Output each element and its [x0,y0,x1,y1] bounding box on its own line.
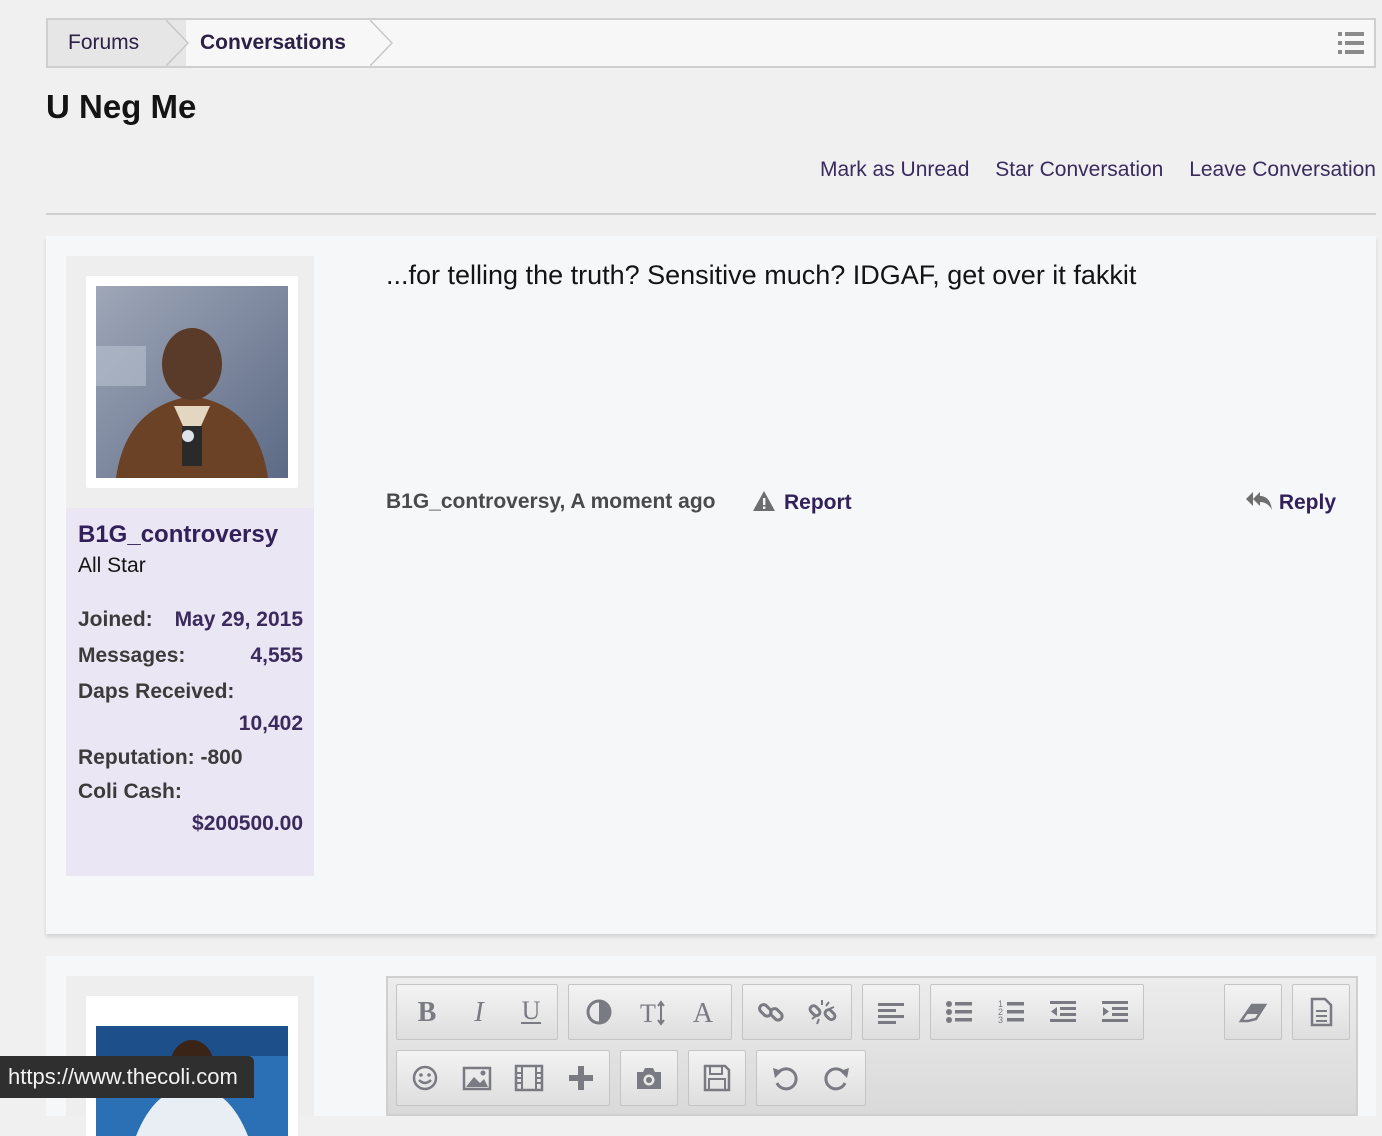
leave-conversation-link[interactable]: Leave Conversation [1189,158,1376,181]
font-size-button[interactable]: T [625,985,677,1039]
coli-cash-value: $200500.00 [192,812,303,835]
joined-value: May 29, 2015 [174,608,303,631]
coli-cash-label: Coli Cash: [78,780,182,803]
bullet-list-button[interactable] [933,985,985,1039]
smiley-icon [412,1065,438,1091]
status-bar-url: https://www.thecoli.com [0,1056,254,1098]
avatar-image [96,286,288,478]
text-format-group: B I U [396,984,558,1040]
insert-more-button[interactable] [555,1051,607,1105]
link-group [742,984,852,1040]
link-icon [758,1003,784,1022]
camera-icon [637,1068,661,1089]
bullet-list-icon [946,1001,972,1023]
breadcrumb-conversations[interactable]: Conversations [200,20,346,66]
smilie-button[interactable] [399,1051,451,1105]
document-icon [1310,997,1333,1027]
report-link[interactable]: Report [752,490,852,515]
outdent-button[interactable] [1037,985,1089,1039]
svg-text:T: T [640,999,656,1027]
reply-label: Reply [1278,491,1336,514]
source-group [1292,984,1350,1040]
breadcrumb-arrow-icon [370,20,394,66]
message-editor-toolbar: B I U T A 1 2 3 [386,976,1358,1116]
report-label: Report [784,491,852,514]
svg-text:I: I [473,997,485,1027]
unlink-button[interactable] [797,985,849,1039]
undo-icon [773,1067,798,1091]
bold-button[interactable]: B [401,985,453,1039]
image-icon [462,1066,492,1091]
daps-label: Daps Received: [78,680,235,703]
messages-value[interactable]: 4,555 [250,644,303,668]
align-button[interactable] [865,985,917,1039]
eraser-icon [1238,1003,1268,1023]
page-title: U Neg Me [46,88,197,125]
outdent-icon [1050,1001,1076,1022]
insert-link-button[interactable] [745,985,797,1039]
italic-button[interactable]: I [453,985,505,1039]
plus-icon [569,1066,593,1090]
remove-format-button[interactable] [1227,985,1279,1039]
star-conversation-link[interactable]: Star Conversation [995,158,1163,181]
message: B1G_controversy All Star Joined: May 29,… [46,236,1376,934]
undo-button[interactable] [759,1051,811,1105]
reply-all-icon [1245,492,1272,510]
message-body: ...for telling the truth? Sensitive much… [386,260,1137,290]
indent-icon [1102,1001,1128,1022]
daps-value: 10,402 [238,712,303,735]
italic-icon: I [473,997,485,1027]
svg-text:B: B [418,997,437,1027]
joined-label: Joined: [78,608,153,631]
breadcrumb: Forums Conversations [46,18,1376,68]
reputation-value: -800 [200,746,243,769]
insert-image-button[interactable] [451,1051,503,1105]
warning-icon [753,491,775,511]
font-family-button[interactable]: A [677,985,729,1039]
numbered-list-icon: 123 [998,999,1024,1025]
font-family-icon: A [693,998,714,1027]
breadcrumb-arrow-icon [166,20,190,66]
list-group: 123 [930,984,1144,1040]
divider [46,213,1376,215]
unlink-icon [808,1000,837,1025]
film-icon [514,1064,544,1092]
message-meta[interactable]: B1G_controversy, A moment ago [386,490,715,514]
clear-format-group [1224,984,1282,1040]
conversation-actions: Mark as Unread Star Conversation Leave C… [800,158,1376,182]
svg-text:U: U [522,997,541,1025]
redo-button[interactable] [811,1051,863,1105]
contrast-icon [586,999,612,1025]
avatar[interactable] [86,276,298,488]
list-menu-icon[interactable] [1338,31,1364,55]
svg-text:A: A [693,998,714,1027]
messages-label: Messages: [78,644,186,667]
indent-button[interactable] [1089,985,1141,1039]
text-color-button[interactable] [573,985,625,1039]
upload-photo-button[interactable] [623,1051,675,1105]
numbered-list-button[interactable]: 123 [985,985,1037,1039]
save-draft-button[interactable] [691,1051,743,1105]
svg-text:3: 3 [998,1015,1003,1025]
insert-media-button[interactable] [503,1051,555,1105]
reply-button[interactable]: Reply [1245,490,1336,515]
underline-button[interactable]: U [505,985,557,1039]
user-profile-panel: B1G_controversy All Star Joined: May 29,… [66,508,314,876]
mark-unread-link[interactable]: Mark as Unread [820,158,969,181]
toggle-source-button[interactable] [1295,985,1347,1039]
bold-icon: B [418,997,437,1027]
reputation-stat: Reputation: -800 [78,746,243,770]
font-size-icon: T [640,999,665,1027]
font-style-group: T A [568,984,732,1040]
align-group [862,984,920,1040]
reputation-label: Reputation: [78,746,195,769]
underline-icon: U [521,997,541,1025]
redo-icon [824,1067,849,1091]
save-icon [703,1064,731,1092]
user-title: All Star [78,554,146,577]
message-user-info: B1G_controversy All Star Joined: May 29,… [66,256,314,876]
align-left-icon [878,1003,904,1024]
username-link[interactable]: B1G_controversy [78,521,278,549]
